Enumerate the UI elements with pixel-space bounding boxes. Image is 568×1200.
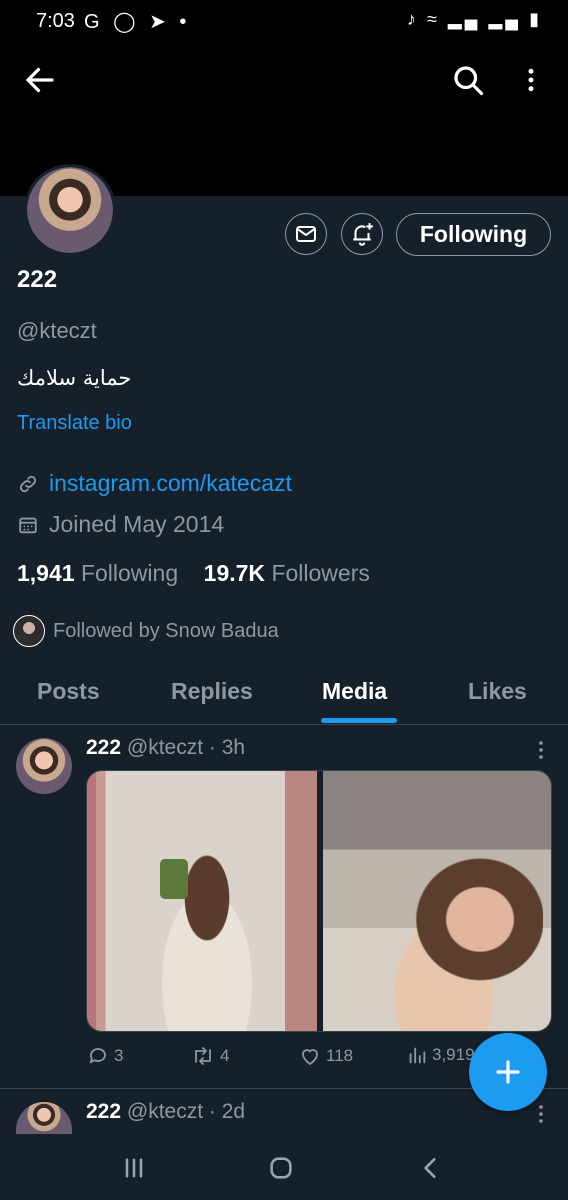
post-photo-2[interactable] xyxy=(323,771,551,1031)
like-button[interactable]: 118 xyxy=(298,1044,353,1068)
vertical-dots-icon xyxy=(539,1105,543,1123)
post-actions: 3 4 118 3,919 xyxy=(86,1044,506,1074)
vertical-dots-icon xyxy=(528,68,534,92)
signal-icon: ▂▄ xyxy=(447,9,481,29)
post-author-name[interactable]: 222 xyxy=(86,1100,121,1123)
vertical-dots-icon xyxy=(539,741,543,759)
repost-button[interactable]: 4 xyxy=(190,1044,229,1068)
post-handle-time: @kteczt · 2d xyxy=(126,1100,246,1123)
bell-plus-icon xyxy=(353,223,373,246)
search-icon xyxy=(454,66,484,96)
back-button[interactable] xyxy=(22,62,58,98)
dot-icon: • xyxy=(179,11,191,33)
compose-button[interactable] xyxy=(469,1033,547,1111)
link-icon xyxy=(19,475,37,492)
status-right-icons: ♪ ≈ ▂▄ ▂▄ ▮ xyxy=(407,9,542,30)
followed-by-text: Followed by Snow Badua xyxy=(53,619,279,642)
system-back-button[interactable] xyxy=(418,1154,444,1187)
post-header: 222 @kteczt · 2d xyxy=(86,1100,245,1124)
reply-button[interactable]: 3 xyxy=(86,1044,123,1068)
plus-icon xyxy=(496,1060,520,1084)
followed-by-row[interactable]: Followed by Snow Badua xyxy=(13,615,279,647)
status-time: 7:03 xyxy=(36,10,75,32)
post-author-name[interactable]: 222 xyxy=(86,736,121,759)
post-avatar[interactable] xyxy=(16,738,72,794)
status-left-icons: G ◯ ➤ • xyxy=(84,9,190,34)
views-chart-icon xyxy=(409,1047,426,1064)
profile-bio: حماية سلامك xyxy=(17,366,132,390)
status-bar: 7:03 G ◯ ➤ • ♪ ≈ ▂▄ ▂▄ ▮ xyxy=(0,0,568,44)
notifications-button[interactable] xyxy=(341,213,383,255)
post-more-button[interactable] xyxy=(536,740,546,765)
mute-icon: ♪ xyxy=(406,9,419,29)
system-nav-bar xyxy=(0,1134,568,1200)
battery-icon: ▮ xyxy=(529,9,542,29)
post-more-button[interactable] xyxy=(536,1104,546,1129)
repost-count: 4 xyxy=(220,1046,230,1065)
like-count: 118 xyxy=(326,1046,354,1065)
mail-icon xyxy=(296,226,316,242)
profile-handle: @kteczt xyxy=(17,318,97,343)
profile-link-row: instagram.com/katecazt xyxy=(17,470,292,497)
tab-replies[interactable]: Replies xyxy=(171,678,253,705)
reply-count: 3 xyxy=(114,1046,124,1065)
views-button[interactable]: 3,919 xyxy=(406,1044,475,1066)
incognito-icon: ◯ xyxy=(113,11,140,33)
search-button[interactable] xyxy=(450,62,486,98)
calendar-icon xyxy=(19,517,37,533)
recent-apps-icon xyxy=(125,1158,143,1178)
follow-counts: 1,941 Following 19.7K Followers xyxy=(17,560,370,587)
translate-bio-link[interactable]: Translate bio xyxy=(17,412,132,435)
post-header: 222 @kteczt · 3h xyxy=(86,736,245,760)
post-avatar[interactable] xyxy=(16,1102,72,1134)
followers-count-link[interactable]: 19.7K Followers xyxy=(204,560,370,586)
profile-website-link[interactable]: instagram.com/katecazt xyxy=(49,470,292,497)
post-photo-1[interactable] xyxy=(87,771,317,1031)
home-icon xyxy=(270,1157,292,1179)
following-button[interactable]: Following xyxy=(396,213,551,256)
post-handle-time: @kteczt · 3h xyxy=(126,736,246,759)
google-icon: G xyxy=(84,11,104,33)
profile-tabs: Posts Replies Media Likes xyxy=(0,668,568,725)
repost-icon xyxy=(195,1047,211,1065)
signal-icon: ▂▄ xyxy=(488,9,522,29)
post-media-grid xyxy=(86,770,552,1032)
reply-icon xyxy=(89,1048,106,1064)
wifi-icon: ≈ xyxy=(426,9,440,29)
followers-count: 19.7K xyxy=(203,560,266,586)
following-count: 1,941 xyxy=(17,560,75,586)
tab-media[interactable]: Media xyxy=(322,678,387,705)
follower-avatar xyxy=(13,615,45,647)
followers-label: Followers xyxy=(271,560,370,586)
tab-posts[interactable]: Posts xyxy=(37,678,100,705)
telegram-icon: ➤ xyxy=(149,11,170,33)
profile-avatar[interactable] xyxy=(24,164,116,256)
active-tab-indicator xyxy=(321,718,397,723)
profile-joined-row: Joined May 2014 xyxy=(17,511,224,538)
back-arrow-icon xyxy=(26,67,54,93)
message-button[interactable] xyxy=(285,213,327,255)
views-count: 3,919 xyxy=(432,1045,475,1064)
following-count-link[interactable]: 1,941 Following xyxy=(17,560,178,586)
recent-apps-button[interactable] xyxy=(120,1154,148,1187)
following-label: Following xyxy=(80,560,179,586)
home-button[interactable] xyxy=(266,1154,296,1187)
heart-icon xyxy=(302,1049,318,1066)
profile-name: 222 xyxy=(17,266,58,293)
tab-likes[interactable]: Likes xyxy=(468,678,527,705)
joined-date: Joined May 2014 xyxy=(49,511,225,537)
chevron-left-icon xyxy=(424,1158,436,1178)
more-options-button[interactable] xyxy=(516,62,546,98)
